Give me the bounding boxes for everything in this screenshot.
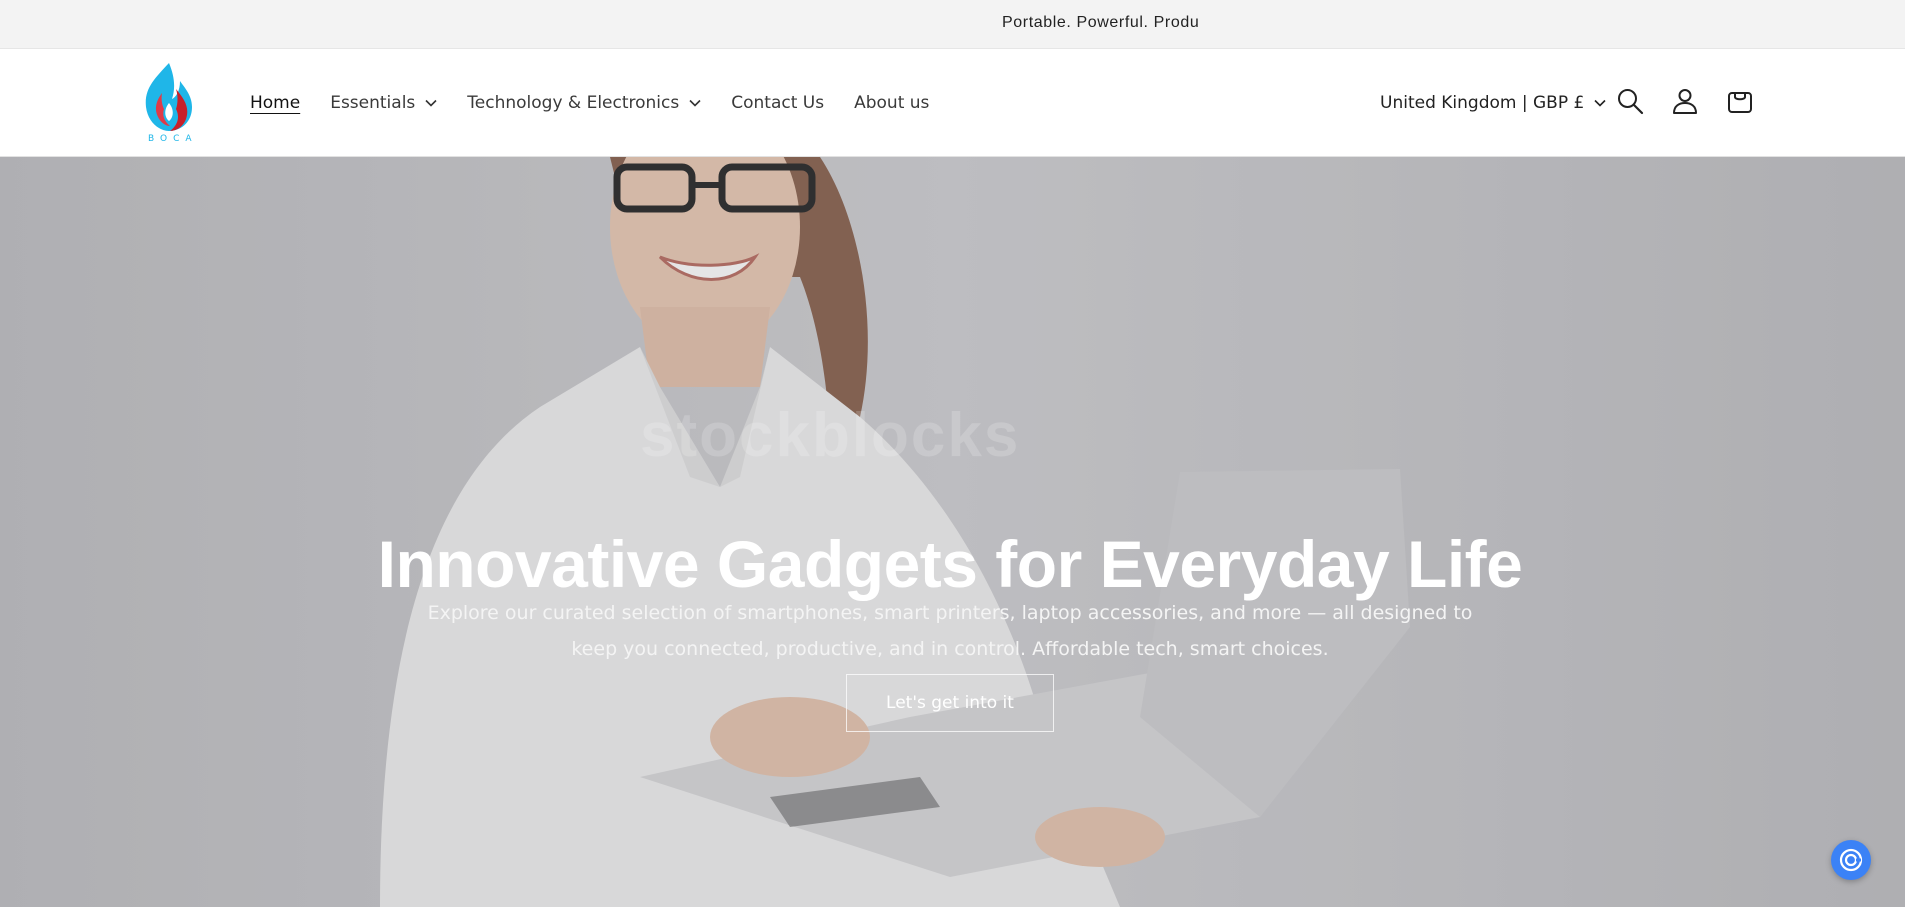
cart-icon[interactable] [1725, 86, 1755, 116]
hero-subtitle: Explore our curated selection of smartph… [427, 602, 1473, 660]
nav-item-essentials[interactable]: Essentials [330, 93, 437, 113]
nav-item-label: Technology & Electronics [467, 92, 680, 113]
main-nav: Home Essentials Technology & Electronics… [250, 49, 959, 156]
nav-item-label: Home [250, 92, 301, 113]
chat-widget-button[interactable] [1831, 840, 1871, 880]
nav-item-technology[interactable]: Technology & Electronics [467, 93, 701, 113]
brand-logo[interactable]: BOCA [136, 59, 202, 149]
chat-icon [1839, 848, 1863, 872]
nav-item-label: Contact Us [731, 92, 825, 113]
hero-banner: stockblocks Innovative Gadgets for Every… [0, 157, 1905, 907]
announcement-text: Portable. Powerful. Produ [1002, 14, 1200, 31]
nav-item-contact[interactable]: Contact Us [731, 93, 824, 113]
nav-item-label: Essentials [330, 92, 416, 113]
hero-cta-button[interactable]: Let's get into it [846, 674, 1054, 732]
country-selector-label: United Kingdom | GBP £ [1380, 92, 1585, 113]
chevron-down-icon [689, 99, 701, 107]
announcement-bar: Portable. Powerful. Produ [0, 0, 1905, 49]
logo-lettering: BOCA [148, 134, 198, 144]
chevron-down-icon [1594, 99, 1606, 107]
chevron-down-icon [425, 99, 437, 107]
stock-watermark: stockblocks [640, 401, 1021, 470]
search-icon[interactable] [1615, 86, 1645, 116]
account-icon[interactable] [1670, 86, 1700, 116]
nav-item-home[interactable]: Home [250, 93, 300, 113]
site-header: BOCA Home Essentials Technology & Electr… [0, 49, 1905, 157]
nav-item-about[interactable]: About us [854, 93, 929, 113]
nav-item-label: About us [854, 92, 930, 113]
hero-title: Innovative Gadgets for Everyday Life [377, 527, 1523, 602]
country-selector[interactable]: United Kingdom | GBP £ [1380, 49, 1606, 156]
